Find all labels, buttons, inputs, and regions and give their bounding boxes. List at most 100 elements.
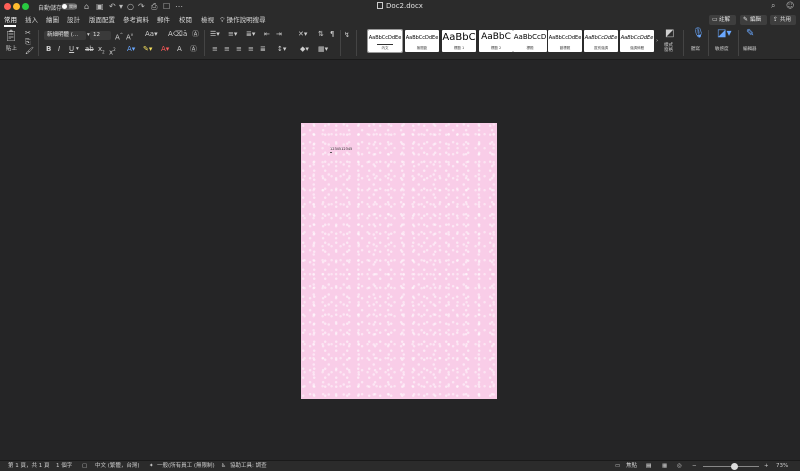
pencil-icon: ✎: [743, 16, 749, 23]
ribbon-separator: [708, 30, 709, 56]
italic-icon[interactable]: I: [58, 45, 60, 54]
tab-insert[interactable]: 插入: [25, 15, 38, 25]
tell-me-label: 操作說明搜尋: [226, 16, 266, 24]
highlight-icon[interactable]: ✎▾: [143, 45, 152, 54]
style-heading-1[interactable]: AaBbC 標題 1: [442, 30, 476, 52]
search-icon[interactable]: ⌕: [771, 1, 775, 11]
align-left-icon[interactable]: ≡: [212, 45, 218, 54]
underline-dropdown-icon[interactable]: ▾: [76, 45, 79, 54]
tab-review[interactable]: 校閱: [179, 15, 192, 25]
style-sample: AaBbC: [442, 32, 476, 43]
phonetic-guide-icon[interactable]: ā: [183, 30, 187, 39]
page-count[interactable]: 第 1 頁，共 1 頁: [8, 462, 50, 471]
style-sample: AaBbCcDdEe: [548, 35, 582, 41]
tell-me-search[interactable]: 💡︎ 操作說明搜尋: [220, 15, 266, 25]
sort-icon[interactable]: ⇅: [318, 30, 324, 39]
subscript-icon[interactable]: x2: [98, 45, 105, 56]
style-heading-2[interactable]: AaBbC 標題 2: [479, 30, 513, 52]
format-painter-icon[interactable]: 🖌︎: [25, 47, 34, 56]
tab-design[interactable]: 設計: [67, 15, 80, 25]
distributed-icon[interactable]: ≣: [260, 45, 266, 54]
proofing-icon[interactable]: ▢: [82, 462, 87, 471]
font-name-select[interactable]: 新細明體 (...: [44, 31, 86, 40]
align-center-icon[interactable]: ≡: [224, 45, 230, 54]
numbering-icon[interactable]: ≡▾: [228, 30, 237, 39]
asian-layout-icon[interactable]: ✕▾: [298, 30, 307, 39]
account-icon[interactable]: ☺: [786, 1, 794, 10]
bullets-icon[interactable]: ☰▾: [210, 30, 220, 39]
dictate-label[interactable]: 聽寫: [691, 45, 700, 54]
share-button[interactable]: ⇪ 共用: [770, 15, 796, 25]
shading-icon[interactable]: ◆▾: [300, 45, 309, 54]
tab-layout[interactable]: 版面配置: [89, 15, 115, 25]
paragraph-mark: [330, 152, 332, 153]
editor-icon[interactable]: ✎: [746, 29, 754, 39]
paste-icon[interactable]: 📋︎: [4, 30, 18, 42]
accessibility-label[interactable]: 協助工具: 調查: [230, 462, 267, 471]
tab-mailings[interactable]: 郵件: [157, 15, 170, 25]
zoom-in-icon[interactable]: +: [764, 462, 769, 471]
tab-view[interactable]: 檢視: [201, 15, 214, 25]
style-subtle-emphasis[interactable]: AaBbCcDdEe 區別強調: [584, 30, 618, 52]
styles-pane-icon[interactable]: ◩: [665, 29, 674, 39]
read-mode-icon[interactable]: ◎: [677, 462, 682, 471]
sensitivity-label[interactable]: 敏感度: [715, 45, 729, 54]
web-layout-icon[interactable]: ▦: [662, 462, 667, 471]
classification-label[interactable]: 一般(所有員工 (無限制): [157, 462, 215, 471]
font-size-select[interactable]: 12: [90, 31, 111, 40]
sensitivity-icon[interactable]: ◪▾: [717, 29, 731, 39]
zoom-level[interactable]: 73%: [776, 462, 788, 471]
cut-icon[interactable]: ✂: [25, 29, 31, 38]
zoom-slider-knob[interactable]: [731, 463, 738, 470]
tab-draw[interactable]: 繪圖: [46, 15, 59, 25]
decrease-indent-icon[interactable]: ⇤: [264, 30, 270, 39]
styles-pane-label[interactable]: 樣式 窗格: [664, 43, 673, 53]
increase-indent-icon[interactable]: ⇥: [276, 30, 282, 39]
comments-button[interactable]: ▭註解: [709, 15, 736, 25]
style-no-spacing[interactable]: AaBbCcDdEe 無間距: [405, 30, 439, 52]
character-shading-icon[interactable]: A: [177, 45, 182, 54]
superscript-icon[interactable]: x2: [109, 45, 116, 57]
focus-label[interactable]: 焦點: [626, 462, 637, 471]
multilevel-list-icon[interactable]: ≣▾: [246, 30, 255, 39]
grow-font-icon[interactable]: A^: [115, 30, 123, 42]
paste-label[interactable]: 貼上: [6, 45, 17, 54]
print-layout-icon[interactable]: ▤: [646, 462, 651, 471]
document-page[interactable]: 1234512345: [301, 123, 497, 399]
change-case-icon[interactable]: Aa▾: [145, 30, 158, 39]
shrink-font-icon[interactable]: Av: [126, 30, 133, 42]
borders-icon[interactable]: ▦▾: [318, 45, 328, 54]
microphone-icon[interactable]: 🎙︎: [692, 29, 705, 39]
style-label: 無間距: [416, 46, 428, 50]
font-color-icon[interactable]: A▾: [161, 45, 169, 54]
zoom-out-icon[interactable]: −: [692, 462, 697, 471]
text-direction-icon[interactable]: ↯: [344, 31, 350, 40]
copy-icon[interactable]: ⎘: [25, 38, 31, 47]
style-sample: AaBbC: [481, 32, 511, 42]
character-border-icon[interactable]: Ⓐ: [190, 45, 197, 54]
text-effects-icon[interactable]: A▾: [127, 45, 135, 54]
clear-formatting-icon[interactable]: A⌫: [168, 30, 183, 39]
focus-icon[interactable]: ▭: [615, 462, 620, 471]
style-emphasis[interactable]: AaBbCcDdEe 強調斜體: [620, 30, 654, 52]
align-right-icon[interactable]: ≡: [236, 45, 242, 54]
style-normal[interactable]: AaBbCcDdEe 內文: [367, 29, 403, 53]
editing-button[interactable]: ✎ 編輯: [740, 15, 767, 25]
document-body-text[interactable]: 1234512345: [330, 147, 352, 151]
style-subtitle[interactable]: AaBbCcDdEe 副標題: [548, 30, 582, 52]
bold-icon[interactable]: B: [46, 45, 51, 54]
editor-label[interactable]: 編輯器: [743, 45, 757, 54]
line-spacing-icon[interactable]: ↕▾: [277, 45, 286, 54]
word-count[interactable]: 1 個字: [56, 462, 72, 471]
justify-icon[interactable]: ≡: [248, 45, 254, 54]
tab-references[interactable]: 參考資料: [123, 15, 149, 25]
strikethrough-icon[interactable]: ab: [85, 45, 94, 54]
enclose-character-icon[interactable]: Ⓐ: [192, 30, 199, 39]
underline-icon[interactable]: U: [69, 45, 74, 54]
styles-gallery-more-icon[interactable]: ›: [656, 37, 658, 46]
style-label: 強調斜體: [630, 46, 644, 50]
tab-home[interactable]: 常用: [4, 15, 17, 25]
language-label[interactable]: 中文 (繁體，台灣): [95, 462, 140, 471]
style-title[interactable]: AaBbCcD 標題: [513, 30, 547, 52]
show-marks-icon[interactable]: ¶: [330, 30, 334, 39]
